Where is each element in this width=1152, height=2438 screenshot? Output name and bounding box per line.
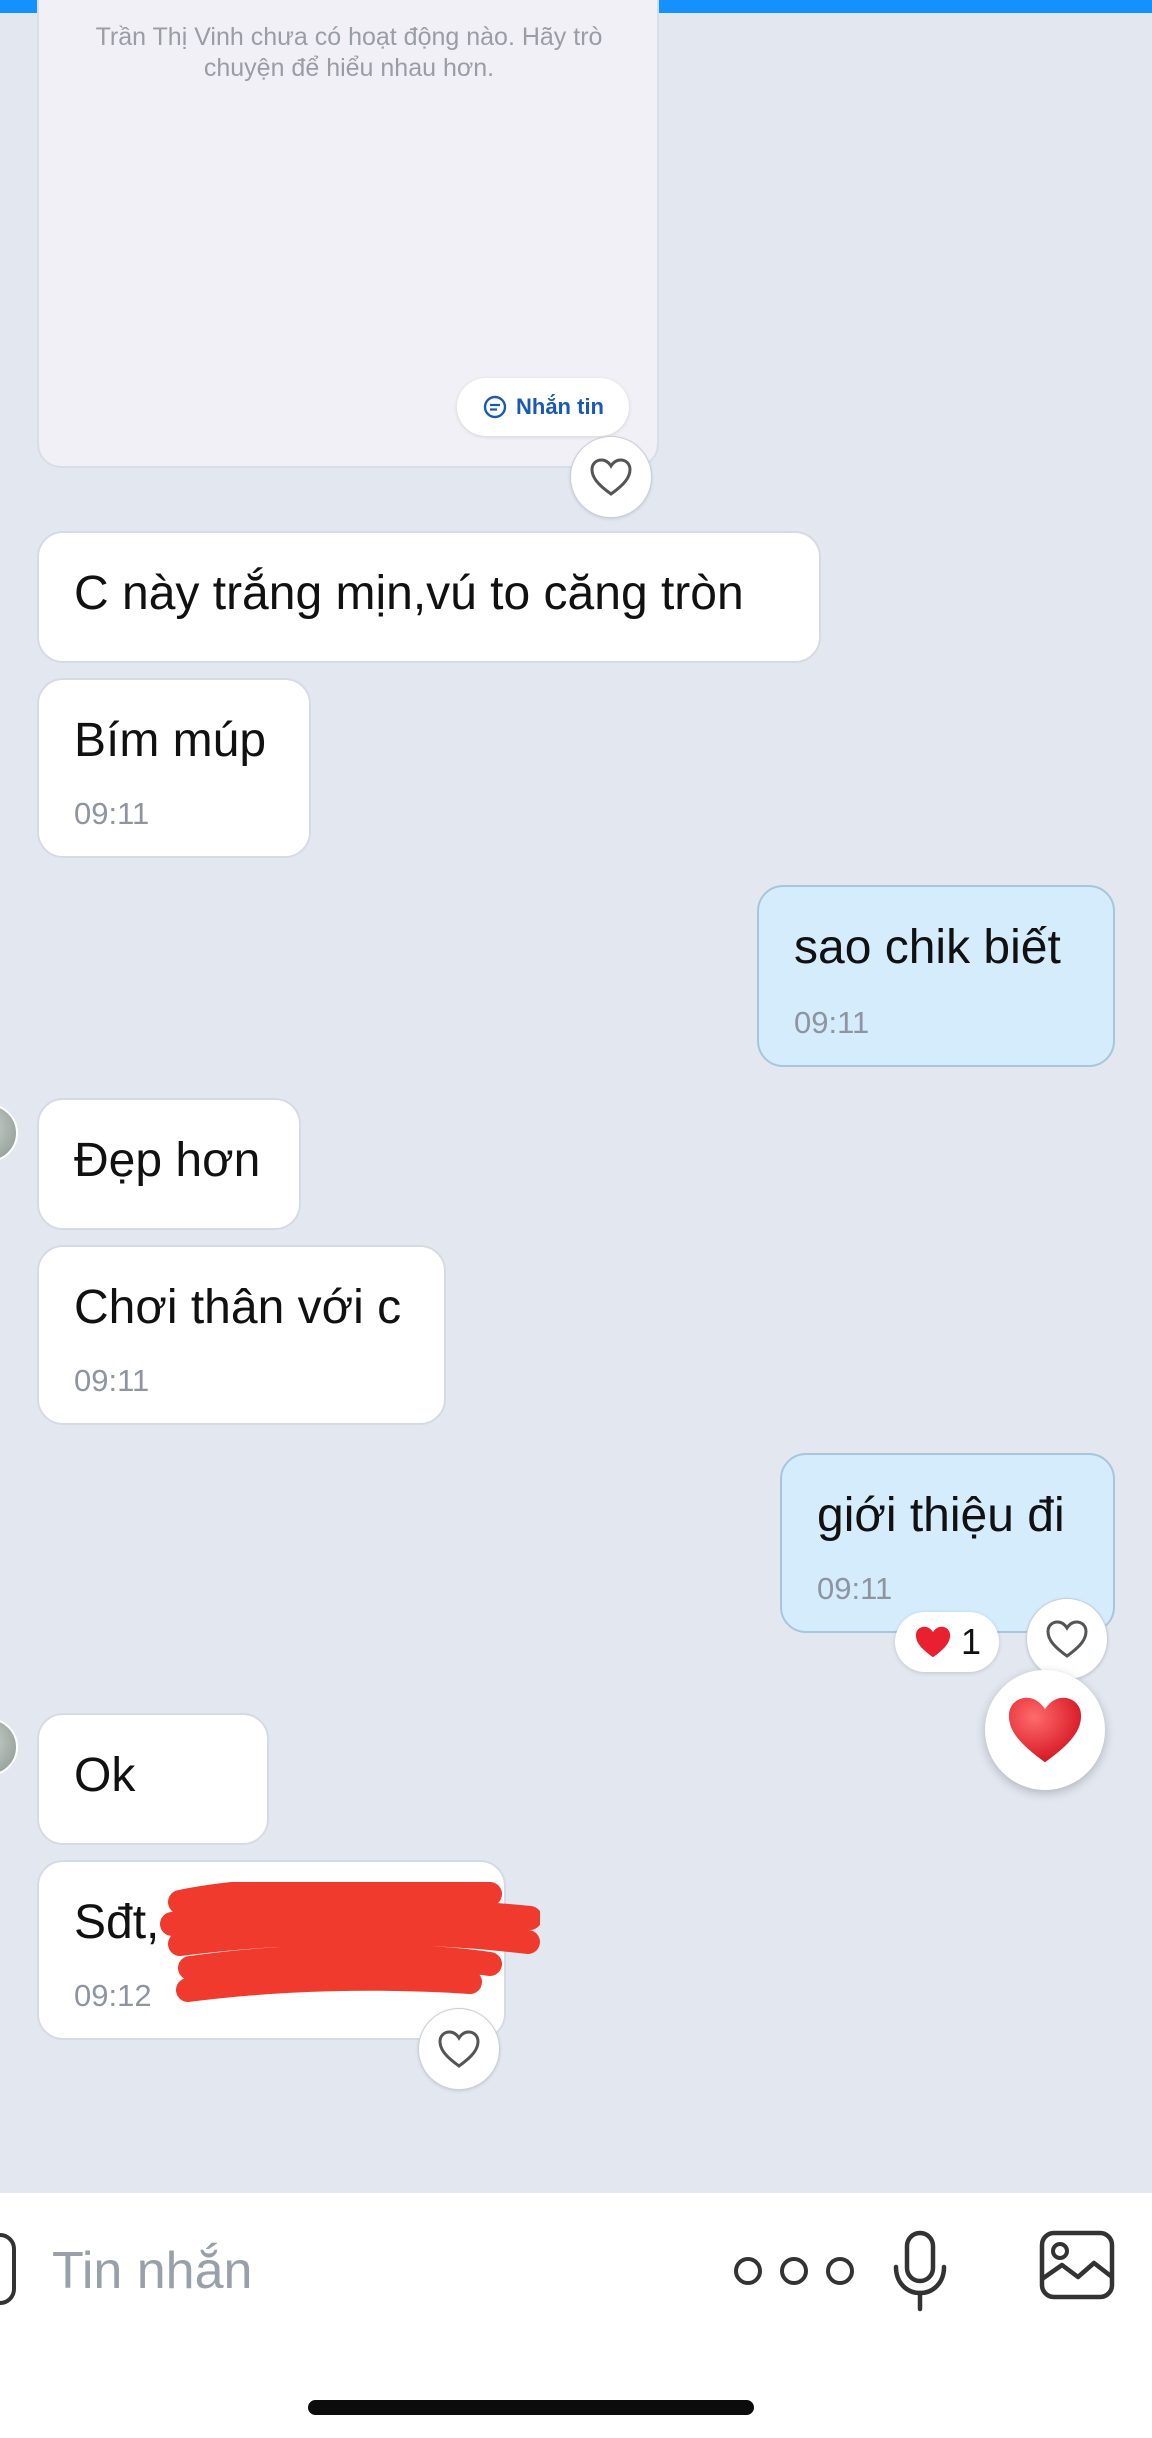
reaction-count: 1 (960, 1621, 982, 1662)
message-time: 09:11 (74, 796, 150, 831)
send-message-button[interactable]: Nhắn tin (457, 378, 629, 436)
sticker-icon[interactable] (0, 2233, 16, 2305)
message-bubble-incoming[interactable]: Bím múp 09:11 (37, 678, 311, 858)
home-indicator (308, 2400, 754, 2415)
message-text: Sđt, (74, 1896, 160, 1949)
message-bubble-incoming[interactable]: Chơi thân với c 09:11 (37, 1245, 446, 1425)
sender-avatar[interactable] (0, 1718, 18, 1776)
reaction-badge[interactable]: 1 (895, 1612, 999, 1672)
message-text: Đẹp hơn (74, 1134, 261, 1187)
sender-avatar[interactable] (0, 1104, 18, 1162)
send-message-label: Nhắn tin (516, 394, 604, 419)
quick-heart-reaction[interactable] (985, 1670, 1105, 1790)
message-text: Ok (74, 1749, 136, 1802)
heart-outline-icon (1046, 1620, 1088, 1658)
heart-filled-icon (1008, 1697, 1082, 1763)
profile-activity-card: Trần Thị Vinh chưa có hoạt động nào. Hãy… (37, 0, 659, 468)
message-time: 09:11 (794, 1005, 870, 1040)
react-heart-button[interactable] (418, 2008, 500, 2090)
message-text: sao chik biết (794, 921, 1061, 974)
message-time: 09:12 (74, 1978, 152, 2013)
message-time: 09:11 (817, 1571, 893, 1606)
heart-outline-icon (438, 2030, 480, 2068)
message-bubble-incoming[interactable]: C này trắng mịn,vú to căng tròn (37, 531, 821, 663)
redaction-scribble (160, 1882, 540, 2002)
message-time: 09:11 (74, 1363, 150, 1398)
message-bubble-outgoing[interactable]: sao chik biết 09:11 (757, 885, 1115, 1067)
message-text: giới thiệu đi (817, 1489, 1065, 1542)
message-input[interactable] (52, 2233, 672, 2309)
message-text: C này trắng mịn,vú to căng tròn (74, 567, 744, 620)
card-empty-text: Trần Thị Vinh chưa có hoạt động nào. Hãy… (95, 23, 603, 82)
heart-filled-icon (915, 1626, 951, 1658)
image-icon[interactable] (1038, 2229, 1116, 2303)
react-heart-button[interactable] (1026, 1598, 1108, 1680)
message-bubble-incoming[interactable]: Đẹp hơn (37, 1098, 301, 1230)
heart-outline-icon (590, 458, 632, 496)
chat-bubble-icon (483, 395, 507, 419)
message-text: Chơi thân với c (74, 1281, 402, 1334)
react-heart-button-card[interactable] (570, 436, 652, 518)
message-bubble-incoming[interactable]: Ok (37, 1713, 269, 1845)
message-text: Bím múp (74, 714, 267, 767)
microphone-icon[interactable] (890, 2229, 950, 2313)
more-icon[interactable] (730, 2253, 858, 2289)
